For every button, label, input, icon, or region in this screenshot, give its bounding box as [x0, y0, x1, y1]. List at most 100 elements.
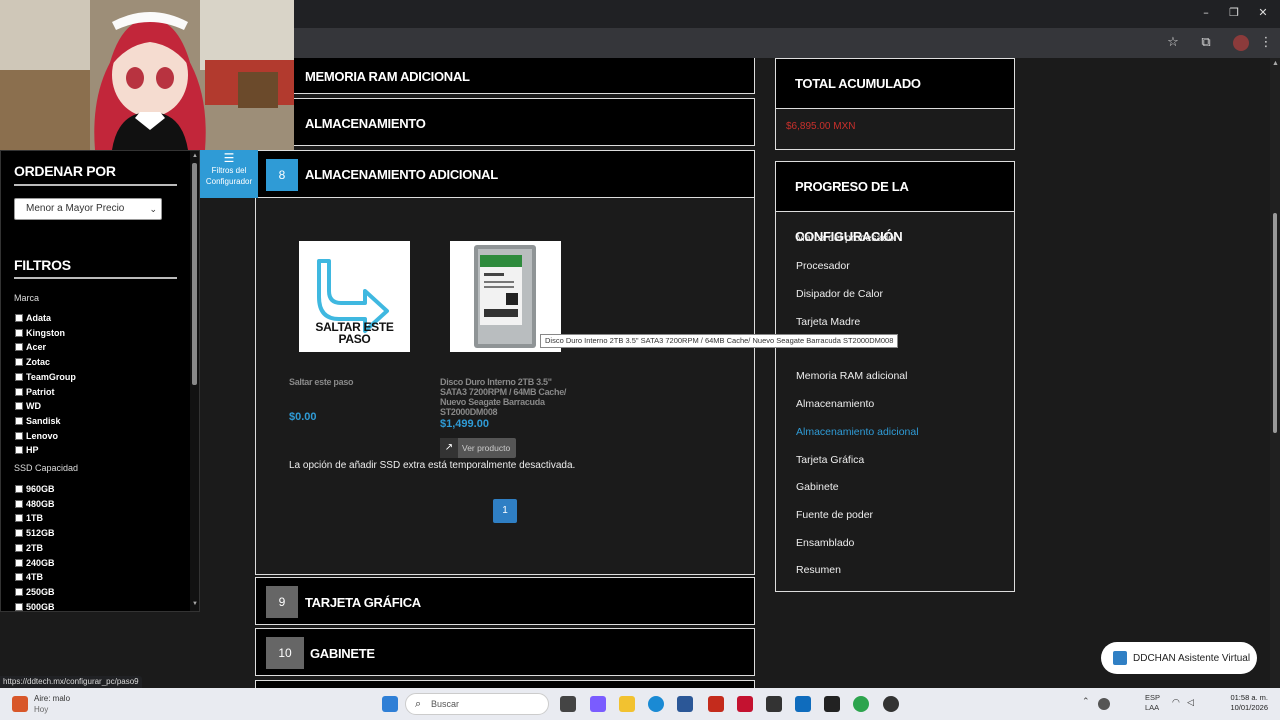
- progress-step-link[interactable]: Ensamblado: [796, 537, 854, 549]
- capacity-filter-option[interactable]: 480GB: [15, 499, 55, 509]
- file-explorer-icon[interactable]: [619, 696, 635, 712]
- brand-filter-option[interactable]: Acer: [15, 342, 46, 352]
- brand-filter-option[interactable]: HP: [15, 445, 39, 455]
- profile-avatar-icon[interactable]: [1233, 35, 1249, 51]
- brand-filter-option[interactable]: Sandisk: [15, 416, 61, 426]
- close-icon[interactable]: ✕: [1256, 6, 1270, 20]
- vegas-icon[interactable]: [824, 696, 840, 712]
- keyboard-layout[interactable]: LAA: [1145, 703, 1159, 712]
- progress-step-link[interactable]: Resumen: [796, 564, 841, 576]
- checkbox[interactable]: [15, 573, 23, 582]
- checkbox[interactable]: [15, 446, 23, 455]
- skip-step-image[interactable]: SALTAR ESTE PASO: [299, 241, 410, 352]
- checkbox[interactable]: [15, 358, 23, 367]
- checkbox[interactable]: [15, 328, 23, 337]
- checkbox[interactable]: [15, 372, 23, 381]
- outlook-icon[interactable]: [795, 696, 811, 712]
- checkbox[interactable]: [15, 343, 23, 352]
- brand-filter-option[interactable]: Lenovo: [15, 431, 58, 441]
- bookmark-star-icon[interactable]: ☆: [1165, 35, 1181, 51]
- product-name[interactable]: Saltar este paso: [289, 377, 409, 387]
- windows-start-icon[interactable]: [382, 696, 398, 712]
- progress-step-link[interactable]: Almacenamiento: [796, 398, 874, 410]
- store-icon[interactable]: [677, 696, 693, 712]
- filters-scrollbar-thumb[interactable]: [192, 163, 197, 385]
- capacity-filter-option[interactable]: 240GB: [15, 558, 55, 568]
- checkbox[interactable]: [15, 602, 23, 611]
- tray-icon[interactable]: [1098, 698, 1110, 710]
- checkbox[interactable]: [15, 529, 23, 538]
- copilot-icon[interactable]: [590, 696, 606, 712]
- capacity-filter-option[interactable]: 4TB: [15, 572, 43, 582]
- step-almacenamiento[interactable]: ALMACENAMIENTO: [255, 98, 755, 146]
- clock-date[interactable]: 10/01/2026: [1198, 703, 1268, 712]
- mcafee-icon[interactable]: [737, 696, 753, 712]
- chevron-up-icon[interactable]: ⌃: [1082, 697, 1090, 707]
- chrome-icon[interactable]: [853, 696, 869, 712]
- progress-step-link[interactable]: Tarjeta Madre: [796, 316, 860, 328]
- capacity-filter-option[interactable]: 500GB: [15, 602, 55, 611]
- step-tarjeta-grafica[interactable]: 9 TARJETA GRÁFICA: [255, 577, 755, 625]
- view-product-button[interactable]: ↗ Ver producto: [440, 438, 516, 458]
- app-icon[interactable]: [708, 696, 724, 712]
- page-scrollbar[interactable]: ▲: [1270, 58, 1280, 688]
- progress-step-link[interactable]: Procesador: [796, 260, 850, 272]
- brand-filter-option[interactable]: Zotac: [15, 357, 50, 367]
- checkbox[interactable]: [15, 314, 23, 322]
- filters-scrollbar[interactable]: ▲ ▼: [190, 151, 199, 611]
- extensions-icon[interactable]: ⧉: [1198, 35, 1214, 51]
- step-gabinete[interactable]: 10 GABINETE: [255, 628, 755, 676]
- checkbox[interactable]: [15, 431, 23, 440]
- restore-icon[interactable]: ❐: [1227, 6, 1241, 20]
- progress-step-link[interactable]: Almacenamiento adicional: [796, 426, 919, 438]
- checkbox[interactable]: [15, 416, 23, 425]
- pagination-page[interactable]: 1: [493, 499, 517, 523]
- progress-step-link[interactable]: Marca del procesador: [796, 232, 898, 244]
- edge-icon[interactable]: [648, 696, 664, 712]
- checkbox[interactable]: [15, 387, 23, 396]
- checkbox[interactable]: [15, 558, 23, 567]
- minimize-icon[interactable]: –: [1199, 6, 1213, 20]
- progress-step-link[interactable]: Disipador de Calor: [796, 288, 883, 300]
- brand-filter-option[interactable]: Kingston: [15, 328, 65, 338]
- taskbar-search[interactable]: ⌕ Buscar: [405, 693, 549, 715]
- checkbox[interactable]: [15, 499, 23, 508]
- checkbox[interactable]: [15, 402, 23, 411]
- progress-step-link[interactable]: Fuente de poder: [796, 509, 873, 521]
- language-code[interactable]: ESP: [1145, 693, 1160, 702]
- product-name[interactable]: Disco Duro Interno 2TB 3.5" SATA3 7200RP…: [440, 377, 575, 417]
- dropbox-icon[interactable]: [766, 696, 782, 712]
- capacity-filter-option[interactable]: 1TB: [15, 513, 43, 523]
- sort-select[interactable]: Menor a Mayor Precio ⌄: [14, 198, 162, 220]
- progress-step-link[interactable]: Gabinete: [796, 481, 839, 493]
- checkbox[interactable]: [15, 485, 23, 493]
- clock-time[interactable]: 01:58 a. m.: [1198, 693, 1268, 702]
- capacity-filter-option[interactable]: 960GB: [15, 484, 55, 494]
- weather-icon[interactable]: [12, 696, 28, 712]
- wifi-icon[interactable]: ◠: [1172, 698, 1180, 708]
- configurator-filters-button[interactable]: ☰ Filtros del Configurador: [200, 150, 258, 198]
- capacity-filter-option[interactable]: 250GB: [15, 587, 55, 597]
- task-view-icon[interactable]: [560, 696, 576, 712]
- step-ram-adicional[interactable]: MEMORIA RAM ADICIONAL: [255, 58, 755, 94]
- brand-filter-option[interactable]: TeamGroup: [15, 372, 76, 382]
- checkbox[interactable]: [15, 514, 23, 523]
- scrollbar-thumb[interactable]: [1273, 213, 1277, 433]
- obs-icon[interactable]: [883, 696, 899, 712]
- progress-step-link[interactable]: Tarjeta Gráfica: [796, 454, 864, 466]
- brand-filter-option[interactable]: WD: [15, 401, 41, 411]
- virtual-assistant-button[interactable]: DDCHAN Asistente Virtual: [1101, 642, 1257, 674]
- scroll-up-icon[interactable]: ▲: [192, 153, 198, 159]
- brand-filter-option[interactable]: Adata: [15, 313, 51, 323]
- scroll-down-icon[interactable]: ▼: [192, 601, 198, 607]
- brand-filter-option[interactable]: Patriot: [15, 387, 55, 397]
- scroll-up-icon[interactable]: ▲: [1272, 60, 1279, 67]
- checkbox[interactable]: [15, 543, 23, 552]
- progress-step-link[interactable]: Memoria RAM adicional: [796, 370, 907, 382]
- capacity-filter-option[interactable]: 2TB: [15, 543, 43, 553]
- capacity-filter-option[interactable]: 512GB: [15, 528, 55, 538]
- browser-menu-icon[interactable]: ⋮: [1258, 35, 1274, 51]
- step-header[interactable]: 8 ALMACENAMIENTO ADICIONAL: [256, 151, 754, 198]
- volume-icon[interactable]: ◁: [1187, 698, 1194, 708]
- checkbox[interactable]: [15, 587, 23, 596]
